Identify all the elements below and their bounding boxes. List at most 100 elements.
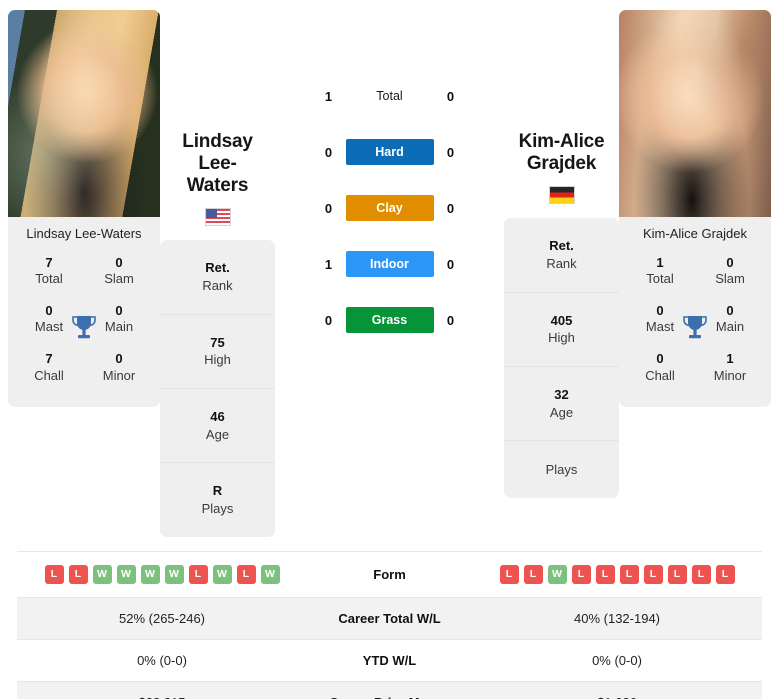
left-player-name: Lindsay Lee- Waters [162,131,273,197]
left-player-info-column: Lindsay Lee- Waters Ret. Rank 75 High 46 [160,125,275,537]
stat-label: Total [35,271,63,287]
left-form-badges: LLWWWWLWLW [23,564,301,584]
left-value: 0% (0-0) [137,652,187,668]
right-player-card: Kim-Alice Grajdek 1 Total 0 Slam 0 Mast [619,10,771,408]
info-label: Age [205,426,230,442]
info-high: 405 High [504,293,619,367]
left-player-photo [8,10,160,217]
surface-left-value: 0 [324,200,333,216]
stat-label: Chall [34,367,64,383]
right-player-card-name: Kim-Alice Grajdek [642,226,748,241]
surface-right-value: 0 [446,200,455,216]
table-row-career-prize-money: $28,215 Career Prize Money $1,626 [17,681,762,699]
info-value: 46 [210,408,225,424]
row-label-career-total-wl: Career Total W/L [338,610,441,626]
form-badge-l: L [44,564,64,584]
name-line-1: Kim-Alice [518,131,605,152]
comparison-stats-table: LLWWWWLWLW Form LLWLLLLLLL 52% (265-246)… [17,551,762,699]
stat-label: Minor [102,367,136,383]
form-badge-l: L [188,564,208,584]
form-badge-w: W [164,564,184,584]
right-form-badges: LLWLLLLLLL [478,564,756,584]
info-age: 32 Age [504,367,619,442]
form-badge-l: L [691,564,711,584]
table-row-career-total-wl: 52% (265-246) Career Total W/L 40% (132-… [17,597,762,640]
stat-value: 1 [656,255,664,270]
stat-label: Slam [104,271,134,287]
info-label: Rank [546,255,577,271]
stat-value: 0 [726,255,734,270]
table-row-ytd-wl: 0% (0-0) YTD W/L 0% (0-0) [17,639,762,681]
left-value: $28,215 [17,681,307,699]
left-player-card-column: Lindsay Lee-Waters 7 Total 0 Slam 0 Mast [8,10,160,408]
info-value: Ret. [205,260,230,276]
surface-label-clay: Clay [345,195,434,221]
info-rank: Ret. Rank [160,240,275,315]
left-form-cell: LLWWWWLWLW [17,551,307,597]
surface-left-value: 0 [324,144,333,160]
right-value: $1,626 [472,681,762,699]
stat-slam: 0 Slam [84,249,154,297]
trophy-icon [71,314,97,347]
flag-canton [205,209,217,219]
stat-chall: 7 Chall [14,345,84,393]
name-line-2: Waters [186,175,249,197]
row-label-form: Form [373,566,406,582]
de-flag-icon [548,186,575,205]
surface-left-value: 1 [324,256,333,272]
us-flag-icon [204,208,231,227]
name-line-1: Lindsay Lee- [182,131,253,175]
right-player-photo [619,10,771,217]
surface-label-hard: Hard [345,139,434,165]
form-badge-l: L [68,564,88,584]
name-line-2: Grajdek [526,153,597,175]
surface-row-total: 1 Total 0 [275,68,504,124]
right-player-info-column: Kim-Alice Grajdek Ret. Rank 405 High 32 … [504,131,619,498]
comparison-header: Lindsay Lee-Waters 7 Total 0 Slam 0 Mast [0,0,779,537]
form-badge-w: W [140,564,160,584]
left-player-card-name: Lindsay Lee-Waters [26,226,142,241]
info-plays: R Plays [160,463,275,536]
right-value: 40% (132-194) [574,610,660,626]
info-label: Plays [201,501,234,517]
form-badge-l: L [595,564,615,584]
info-value: 32 [554,386,569,402]
table-row-form: LLWWWWLWLW Form LLWLLLLLLL [17,551,762,597]
form-badge-l: L [571,564,591,584]
surface-row-clay: 0 Clay 0 [275,180,504,236]
right-player-info-stack: Ret. Rank 405 High 32 Age Plays [504,218,619,498]
info-label: Plays [545,462,578,478]
surface-row-indoor: 1 Indoor 0 [275,236,504,292]
stat-slam: 0 Slam [695,249,765,297]
info-rank: Ret. Rank [504,218,619,293]
surface-right-value: 0 [446,312,455,328]
surface-titles-comparison: 1 Total 0 0 Hard 0 0 Clay 0 1 Indoor 0 0 [275,10,504,348]
info-plays: Plays [504,441,619,498]
form-badge-l: L [667,564,687,584]
stat-value: 7 [45,255,53,270]
stat-value: 0 [115,351,123,367]
info-high: 75 High [160,315,275,389]
left-player-card: Lindsay Lee-Waters 7 Total 0 Slam 0 Mast [8,10,160,408]
stat-label: Total [646,271,674,287]
form-badge-l: L [715,564,735,584]
form-badge-l: L [499,564,519,584]
surface-left-value: 1 [324,88,333,104]
stat-total: 7 Total [14,249,84,297]
form-badge-l: L [236,564,256,584]
surface-right-value: 0 [446,256,455,272]
right-form-cell: LLWLLLLLLL [472,551,762,597]
row-label-career-prize-money: Career Prize Money [307,681,472,699]
form-badge-l: L [643,564,663,584]
form-badge-l: L [619,564,639,584]
stat-value: 7 [45,351,53,367]
surface-row-grass: 0 Grass 0 [275,292,504,348]
stat-value: 0 [115,255,123,270]
info-value: 75 [210,334,225,350]
info-label: High [548,330,575,346]
form-badge-l: L [523,564,543,584]
left-value: 52% (265-246) [119,610,205,626]
stat-minor: 1 Minor [695,345,765,393]
form-badge-w: W [547,564,567,584]
stat-label: Chall [645,367,675,383]
